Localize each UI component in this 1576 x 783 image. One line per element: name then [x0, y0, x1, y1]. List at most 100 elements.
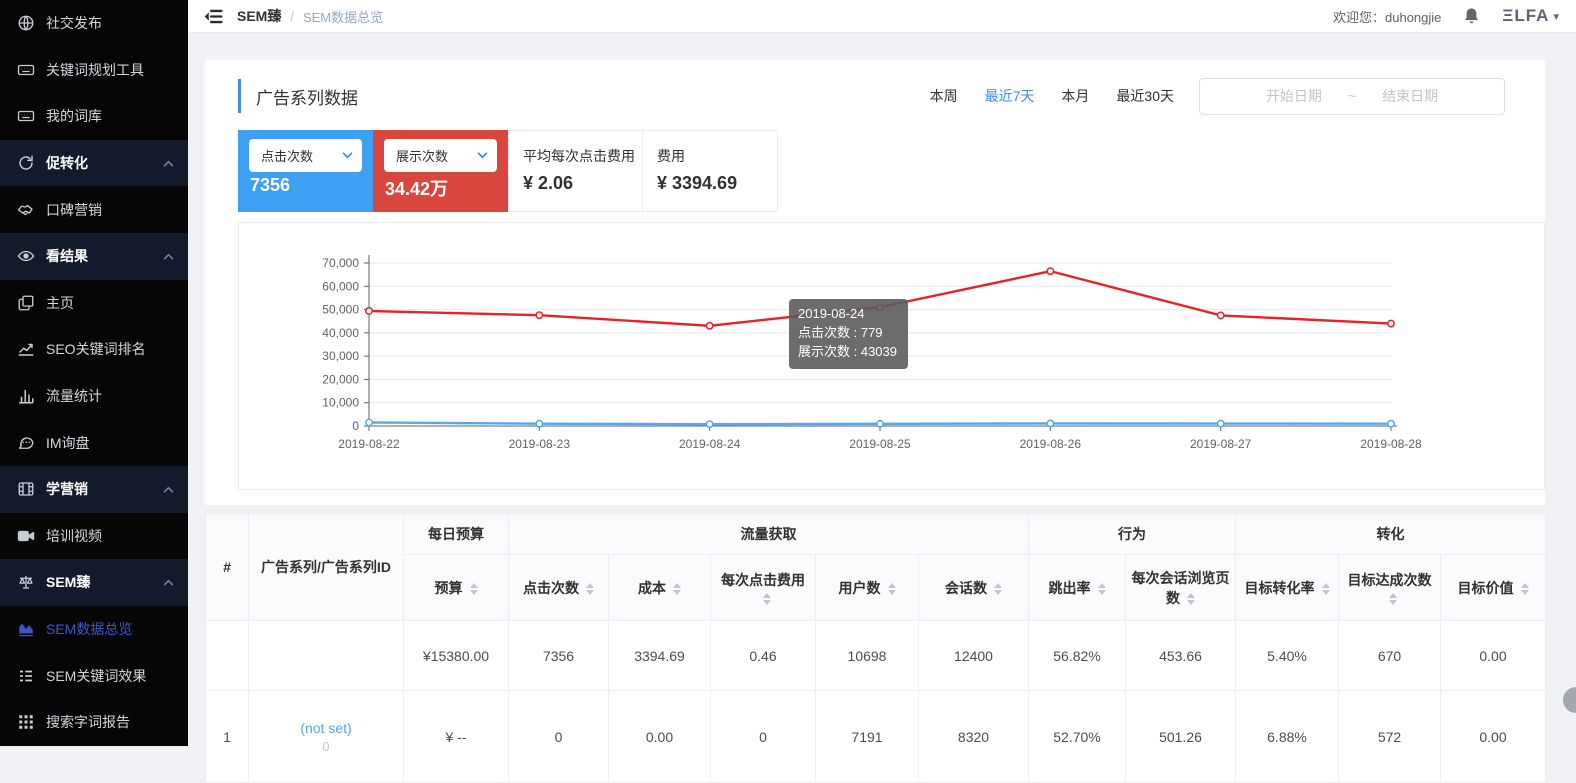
- table-cell: 7191: [816, 691, 919, 783]
- table-cell: 12400: [919, 621, 1029, 691]
- sidebar-item-sem-keyword-effect[interactable]: SEM关键词效果: [0, 652, 188, 699]
- metric-cost-card: 费用 ¥ 3394.69: [643, 130, 778, 212]
- line-chart[interactable]: 010,00020,00030,00040,00050,00060,00070,…: [239, 223, 1544, 487]
- campaign-cell: (not set)0: [249, 691, 404, 783]
- sort-control[interactable]: [994, 583, 1002, 595]
- date-range-picker[interactable]: 开始日期 ~ 结束日期: [1199, 78, 1505, 115]
- sidebar-item-training-videos[interactable]: 培训视频: [0, 513, 188, 560]
- sort-control[interactable]: [470, 583, 478, 595]
- sidebar-item-label: 培训视频: [46, 526, 102, 546]
- sidebar-item-label: 看结果: [46, 246, 88, 266]
- campaign-table: #广告系列/广告系列ID每日预算流量获取行为转化预算点击次数成本每次点击费用用户…: [205, 513, 1546, 783]
- sidebar-item-label: SEM臻: [46, 572, 90, 592]
- sidebar-item-search-term-report[interactable]: 搜索字词报告: [0, 699, 188, 746]
- col-header: 目标价值: [1441, 555, 1546, 621]
- col-header: 点击次数: [509, 555, 609, 621]
- sidebar-item-my-thesaurus[interactable]: 我的词库: [0, 93, 188, 140]
- metric-impressions-card: 展示次数 34.42万: [373, 130, 508, 212]
- account-menu[interactable]: ΞLFA ▾: [1502, 6, 1560, 26]
- sidebar-item-traffic-stats[interactable]: 流量统计: [0, 373, 188, 420]
- filter-this-month[interactable]: 本月: [1061, 86, 1089, 106]
- sort-control[interactable]: [1098, 583, 1106, 595]
- sort-control[interactable]: [1389, 593, 1397, 605]
- sidebar-item-label: 口碑营销: [46, 200, 102, 220]
- chevron-up-icon: [163, 160, 174, 167]
- table-cell: 8320: [919, 691, 1029, 783]
- table-cell: 0.00: [609, 691, 711, 783]
- svg-text:50,000: 50,000: [322, 303, 359, 317]
- campaign-cell: [249, 621, 404, 691]
- breadcrumb-section[interactable]: SEM臻: [237, 6, 281, 26]
- sort-control[interactable]: [1187, 593, 1195, 605]
- sidebar-item-word-of-mouth[interactable]: 口碑营销: [0, 186, 188, 233]
- collapse-sidebar-icon[interactable]: [204, 9, 223, 24]
- refresh-icon: [17, 154, 35, 172]
- filter-last-30-days[interactable]: 最近30天: [1116, 86, 1174, 106]
- sidebar-item-social-publish[interactable]: 社交发布: [0, 0, 188, 47]
- table-cell: 572: [1339, 691, 1441, 783]
- sort-control[interactable]: [888, 583, 896, 595]
- col-header-label: 会话数: [945, 580, 987, 596]
- sidebar-item-conversion[interactable]: 促转化: [0, 140, 188, 187]
- time-filters: 本周 最近7天 本月 最近30天 开始日期 ~ 结束日期: [903, 78, 1505, 115]
- sidebar-item-im-inquiry[interactable]: IM询盘: [0, 419, 188, 466]
- sidebar-item-sem-zhen[interactable]: SEM臻: [0, 559, 188, 606]
- metric-avg-cpc-card: 平均每次点击费用 ¥ 2.06: [508, 130, 643, 212]
- topbar: SEM臻 / SEM数据总览 欢迎您：duhongjie ΞLFA ▾: [188, 0, 1576, 33]
- table-cell: 0.46: [711, 621, 816, 691]
- metric-impressions-value: 34.42万: [373, 175, 508, 201]
- sidebar-item-label: 主页: [46, 293, 74, 313]
- col-header-campaign: 广告系列/广告系列ID: [249, 514, 404, 621]
- bell-icon[interactable]: [1463, 7, 1480, 25]
- grid-icon: [17, 713, 35, 731]
- chevron-up-icon: [163, 579, 174, 586]
- sidebar-item-label: SEM数据总览: [46, 619, 132, 639]
- filter-this-week[interactable]: 本周: [930, 86, 958, 106]
- sidebar-item-label: 社交发布: [46, 13, 102, 33]
- sort-control[interactable]: [763, 593, 771, 605]
- svg-text:2019-08-24: 2019-08-24: [679, 437, 741, 451]
- sidebar-item-results[interactable]: 看结果: [0, 233, 188, 280]
- svg-text:2019-08-28: 2019-08-28: [1360, 437, 1422, 451]
- metric-clicks-select[interactable]: 点击次数: [249, 139, 362, 172]
- list-icon: [17, 667, 35, 685]
- video-icon: [17, 527, 35, 545]
- table-cell: 6.88%: [1236, 691, 1339, 783]
- table-cell: 0.00: [1441, 621, 1546, 691]
- sidebar-item-learn-marketing[interactable]: 学营销: [0, 466, 188, 513]
- col-header-label: 用户数: [839, 580, 881, 596]
- svg-text:2019-08-26: 2019-08-26: [1020, 437, 1082, 451]
- col-header-label: 目标价值: [1458, 580, 1514, 596]
- sort-control[interactable]: [673, 583, 681, 595]
- metric-impressions-select[interactable]: 展示次数: [384, 139, 497, 172]
- sidebar-item-seo-keyword-rank[interactable]: SEO关键词排名: [0, 326, 188, 373]
- sort-control[interactable]: [1322, 583, 1330, 595]
- sidebar-item-sem-data-overview[interactable]: SEM数据总览: [0, 606, 188, 653]
- group-header: 每日预算: [404, 514, 509, 555]
- breadcrumb-page: SEM数据总览: [303, 7, 383, 26]
- group-header: 行为: [1029, 514, 1236, 555]
- chevron-up-icon: [163, 253, 174, 260]
- bar-chart-icon: [17, 387, 35, 405]
- sidebar-item-label: 学营销: [46, 479, 88, 499]
- filter-last-7-days[interactable]: 最近7天: [985, 86, 1035, 106]
- copy-icon: [17, 294, 35, 312]
- sidebar-item-keyword-planner[interactable]: 关键词规划工具: [0, 47, 188, 94]
- main-content: 广告系列数据 本周 最近7天 本月 最近30天 开始日期 ~ 结束日期 点击次数: [188, 0, 1576, 783]
- table-row: 1(not set)0¥ --00.0007191832052.70%501.2…: [206, 691, 1546, 783]
- table-cell: ¥15380.00: [404, 621, 509, 691]
- area-chart-icon: [17, 620, 35, 638]
- chat-icon: [17, 434, 35, 452]
- sort-control[interactable]: [586, 583, 594, 595]
- sort-control[interactable]: [1521, 583, 1529, 595]
- col-header-label: 每次会话浏览页数: [1132, 570, 1230, 606]
- sidebar-item-label: 我的词库: [46, 106, 102, 126]
- campaign-link[interactable]: (not set): [253, 720, 399, 736]
- breadcrumb-separator: /: [290, 9, 294, 24]
- sidebar-item-homepage[interactable]: 主页: [0, 280, 188, 327]
- svg-text:2019-08-27: 2019-08-27: [1190, 437, 1252, 451]
- chart-container: 010,00020,00030,00040,00050,00060,00070,…: [238, 222, 1545, 490]
- keyboard-icon: [17, 61, 35, 79]
- col-header-index: #: [206, 514, 249, 621]
- table-cell: 10698: [816, 621, 919, 691]
